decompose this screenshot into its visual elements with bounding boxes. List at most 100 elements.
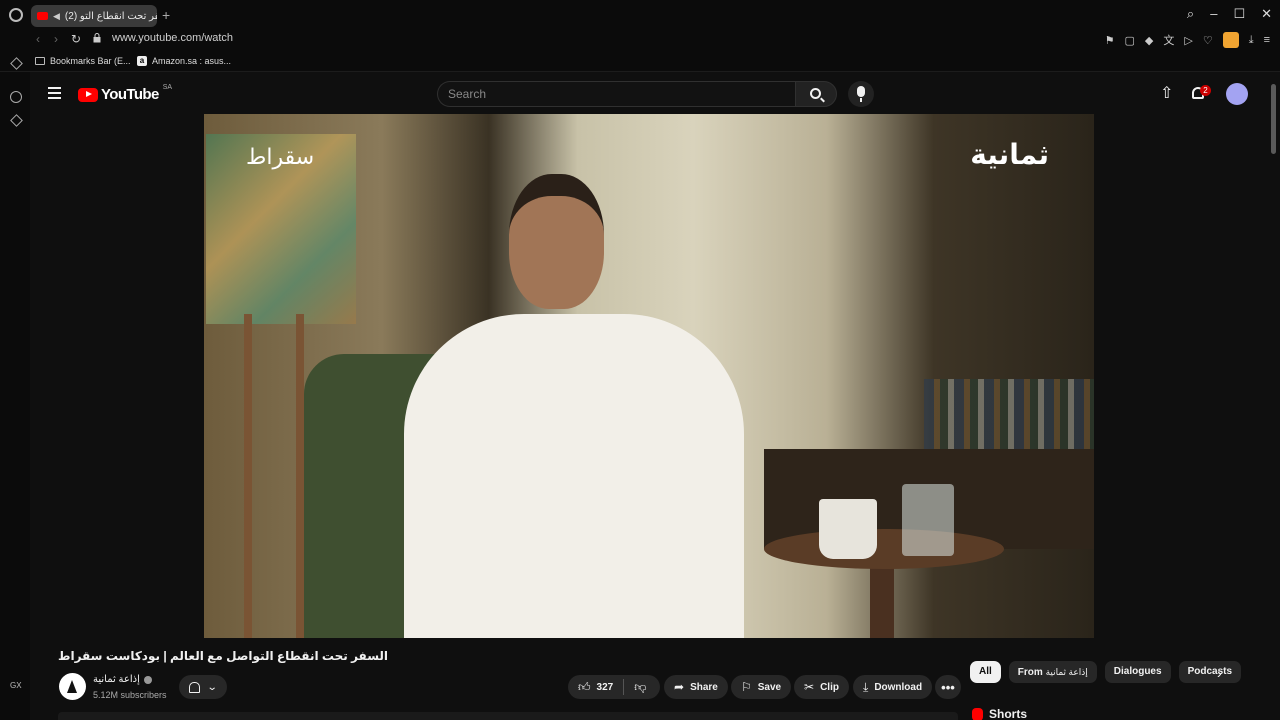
back-icon[interactable]: ‹ xyxy=(36,32,40,46)
clip-button[interactable]: ✂ Clip xyxy=(794,675,849,699)
subscription-bell-button[interactable]: ⌄ xyxy=(179,675,227,699)
browser-sidebar: GX xyxy=(0,57,30,720)
menu-icon[interactable]: ≡ xyxy=(1264,34,1270,46)
extension-icon[interactable] xyxy=(1222,32,1239,48)
youtube-play-icon xyxy=(78,87,98,102)
gx-label[interactable]: GX xyxy=(10,681,22,690)
folder-icon xyxy=(35,57,45,65)
logo-text: YouTube xyxy=(101,86,159,103)
download-icon[interactable]: ⤓ xyxy=(1249,34,1254,47)
aria-icon[interactable] xyxy=(10,114,23,127)
minimize-icon[interactable]: – xyxy=(1210,6,1217,22)
chip-from-channel-name: إذاعة ثمانية xyxy=(1045,667,1088,677)
chevron-right-icon[interactable]: › xyxy=(1217,665,1222,681)
overlay-show-name: سقراط xyxy=(246,144,315,169)
bookmark-item[interactable]: Bookmarks Bar (E... xyxy=(35,56,131,66)
chevron-down-icon: ⌄ xyxy=(207,681,218,693)
extensions-toolbar: ⚑ ▢ ◆ 文 ▷ ♡ ⤓ ≡ xyxy=(1105,32,1270,48)
scissors-icon: ✂ xyxy=(804,680,815,694)
browser-tab-bar: ◀ (2) السفر تحت انقطاع التو... + ⌕ – ☐ ✕ xyxy=(0,0,1280,30)
tab-title: (2) السفر تحت انقطاع التو... xyxy=(64,10,157,22)
heart-icon[interactable]: ♡ xyxy=(1203,34,1213,47)
search-tabs-icon[interactable]: ⌕ xyxy=(1187,6,1194,22)
messenger-icon[interactable] xyxy=(10,91,22,103)
channel-name-text: إذاعة ثمانية xyxy=(93,674,140,685)
clip-label: Clip xyxy=(820,681,839,693)
share-button[interactable]: ➦ Share xyxy=(664,675,728,699)
bookmark-icon[interactable]: ⚑ xyxy=(1105,34,1115,47)
thumbs-up-icon[interactable]: 👍︎ xyxy=(578,680,591,695)
search-button[interactable] xyxy=(795,81,837,107)
subscriber-count: 5.12M subscribers xyxy=(93,690,167,700)
country-code: SA xyxy=(162,84,173,91)
easel xyxy=(244,314,304,638)
shorts-section-header: Shorts xyxy=(972,707,1027,720)
notification-badge: 2 xyxy=(1200,85,1211,96)
chip-podcasts[interactable]: Podcasts xyxy=(1178,661,1242,683)
thumbs-down-icon[interactable]: 👎︎ xyxy=(634,680,646,695)
shorts-label: Shorts xyxy=(989,707,1028,720)
like-dislike-button[interactable]: 👍︎ 327 👎︎ xyxy=(568,675,660,699)
youtube-logo[interactable]: YouTube SA xyxy=(78,84,173,103)
reload-icon[interactable]: ↻ xyxy=(71,32,81,46)
youtube-favicon-icon xyxy=(37,12,48,20)
maximize-icon[interactable]: ☐ xyxy=(1233,6,1245,22)
bookmark-label: Bookmarks Bar (E... xyxy=(50,56,131,66)
upload-icon[interactable]: ⇧ xyxy=(1160,86,1173,102)
side-table xyxy=(764,529,1004,569)
channel-avatar[interactable] xyxy=(59,673,86,700)
person-body xyxy=(404,314,744,638)
video-title: السفر تحت انقطاع التواصل مع العالم | بود… xyxy=(58,649,389,663)
url-field[interactable]: www.youtube.com/watch xyxy=(112,32,233,44)
share-icon: ➦ xyxy=(674,680,685,694)
player-icon[interactable]: ▷ xyxy=(1184,34,1192,47)
close-icon[interactable]: ✕ xyxy=(1261,6,1272,22)
chip-from-channel[interactable]: From إذاعة ثمانية xyxy=(1008,661,1097,683)
new-tab-icon[interactable]: + xyxy=(162,7,170,23)
bookmark-label: Amazon.sa : asus... xyxy=(152,56,232,66)
description-box-edge xyxy=(58,712,958,720)
search-input[interactable]: Search xyxy=(437,81,795,107)
voice-search-button[interactable] xyxy=(848,81,874,107)
account-avatar[interactable] xyxy=(1226,83,1248,105)
speaker-icon[interactable]: ◀ xyxy=(53,11,60,22)
scrollbar-thumb[interactable] xyxy=(1271,84,1276,154)
save-button[interactable]: ⚐ Save xyxy=(731,675,792,699)
verified-icon xyxy=(143,675,152,684)
video-player[interactable]: سقراط ثمانية xyxy=(204,114,1094,638)
like-count: 327 xyxy=(596,681,614,693)
microphone-icon xyxy=(857,86,865,102)
browser-tab[interactable]: ◀ (2) السفر تحت انقطاع التو... xyxy=(31,5,157,27)
snapshot-icon[interactable]: ▢ xyxy=(1124,34,1134,47)
opera-logo-icon[interactable] xyxy=(9,8,23,22)
forward-icon[interactable]: › xyxy=(54,32,58,46)
speaker-person xyxy=(384,174,764,638)
chip-all[interactable]: All xyxy=(970,661,1001,683)
save-label: Save xyxy=(757,681,782,693)
search-icon xyxy=(810,88,821,99)
overlay-brand-logo: ثمانية xyxy=(970,139,1049,170)
scrollbar[interactable] xyxy=(1268,72,1280,720)
lock-icon xyxy=(93,33,101,43)
download-label: Download xyxy=(874,681,923,693)
related-filter-chips: All From إذاعة ثمانية Dialogues Podcasts xyxy=(970,661,1242,683)
download-button[interactable]: ⤓ Download xyxy=(853,675,933,699)
water-glass xyxy=(902,484,954,556)
channel-name[interactable]: إذاعة ثمانية xyxy=(93,674,152,685)
more-icon: ••• xyxy=(941,679,955,695)
bookmarks-bar: Bookmarks Bar (E... a Amazon.sa : asus..… xyxy=(0,50,1280,72)
download-arrow-icon: ⤓ xyxy=(863,679,869,694)
coffee-cup xyxy=(819,499,877,559)
shield-icon[interactable]: ◆ xyxy=(1145,34,1153,47)
more-actions-button[interactable]: ••• xyxy=(935,675,961,699)
bookmark-item[interactable]: a Amazon.sa : asus... xyxy=(137,56,231,66)
chip-dialogues[interactable]: Dialogues xyxy=(1104,661,1171,683)
save-icon: ⚐ xyxy=(741,680,752,694)
amazon-icon: a xyxy=(137,56,147,66)
like-divider xyxy=(623,679,625,695)
bell-icon xyxy=(189,681,201,693)
person-head xyxy=(509,174,604,309)
hamburger-menu-icon[interactable] xyxy=(48,87,61,99)
share-label: Share xyxy=(690,681,718,693)
translate-icon[interactable]: 文 xyxy=(1163,32,1174,48)
